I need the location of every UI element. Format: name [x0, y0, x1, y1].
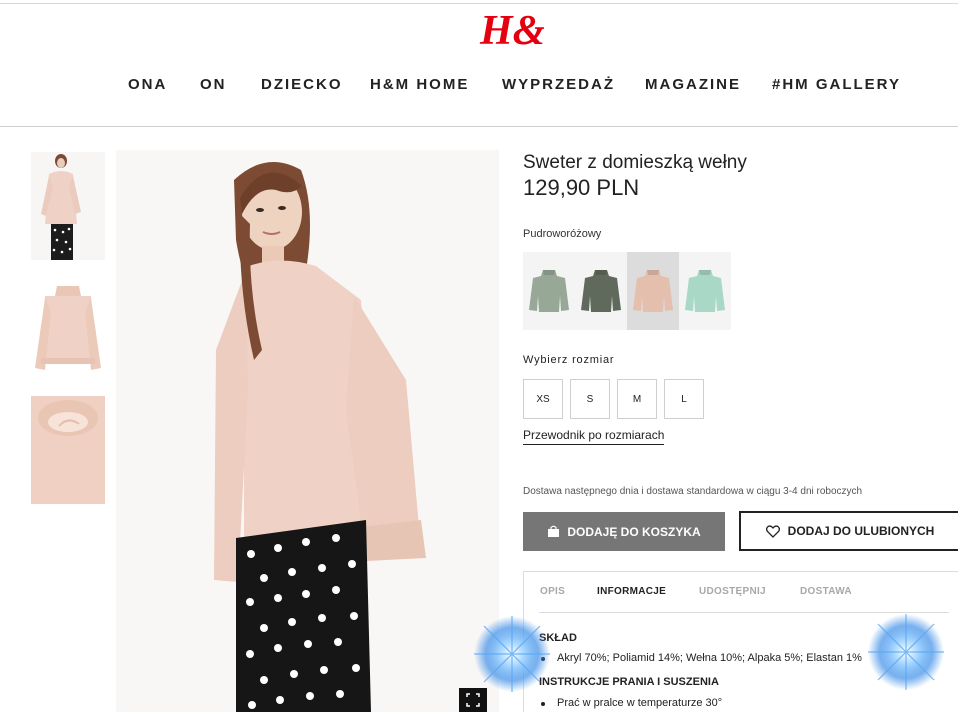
main-product-image[interactable]: [116, 150, 499, 712]
nav-item-dziecko[interactable]: DZIECKO: [261, 76, 343, 93]
swatch-sweater-image: [633, 270, 673, 312]
tabs-divider: [539, 612, 949, 613]
thumbnail-flat[interactable]: [31, 282, 105, 390]
nav-item-on[interactable]: ON: [200, 76, 227, 93]
swatch-sweater-image: [581, 270, 621, 312]
nav-item-magazine[interactable]: MAGAZINE: [645, 76, 741, 93]
header-divider: [0, 126, 958, 127]
add-to-favorites-button[interactable]: DODAJ DO ULUBIONYCH: [739, 511, 958, 551]
hm-logo[interactable]: H&M: [478, 4, 544, 50]
color-swatch[interactable]: [575, 252, 627, 330]
size-button-s[interactable]: S: [570, 379, 610, 419]
composition-title: SKŁAD: [539, 632, 577, 644]
nav-item-ona[interactable]: ONA: [128, 76, 167, 93]
heart-icon: [765, 524, 780, 538]
composition-item: Akryl 70%; Poliamid 14%; Wełna 10%; Alpa…: [557, 652, 862, 664]
size-button-l[interactable]: L: [664, 379, 704, 419]
shopping-bag-icon: [548, 525, 560, 537]
product-title: Sweter z domieszką wełny: [523, 152, 747, 173]
color-swatch[interactable]: [627, 252, 679, 330]
thumbnail-model[interactable]: [31, 152, 105, 260]
size-label: Wybierz rozmiar: [523, 354, 615, 366]
add-to-bag-label: DODAJĘ DO KOSZYKA: [567, 524, 701, 539]
tab-udostepnij[interactable]: UDOSTĘPNIJ: [699, 586, 766, 597]
swatch-sweater-image: [529, 270, 569, 312]
tab-dostawa[interactable]: DOSTAWA: [800, 586, 852, 597]
color-swatch[interactable]: [679, 252, 731, 330]
fullscreen-icon: [466, 693, 480, 707]
care-item: Prać w pralce w temperaturze 30°: [557, 697, 723, 709]
size-guide-link[interactable]: Przewodnik po rozmiarach: [523, 428, 665, 445]
delivery-info: Dostawa następnego dnia i dostawa standa…: [523, 486, 863, 497]
product-info-panel: OPIS INFORMACJE UDOSTĘPNIJ DOSTAWA SKŁAD…: [523, 571, 958, 712]
info-tabs: OPIS INFORMACJE UDOSTĘPNIJ DOSTAWA: [524, 572, 958, 612]
composition-bullet: [541, 657, 545, 661]
swatch-sweater-image: [685, 270, 725, 312]
nav-item-hm-home[interactable]: H&M HOME: [370, 76, 469, 93]
nav-item-wyprzedaz[interactable]: WYPRZEDAŻ: [502, 76, 615, 93]
logo-text: H&M: [479, 8, 544, 50]
add-to-bag-button[interactable]: DODAJĘ DO KOSZYKA: [523, 512, 725, 551]
tab-opis[interactable]: OPIS: [540, 586, 565, 597]
tab-informacje[interactable]: INFORMACJE: [597, 586, 666, 597]
size-button-m[interactable]: M: [617, 379, 657, 419]
care-title: INSTRUKCJE PRANIA I SUSZENIA: [539, 676, 719, 688]
thumbnail-detail[interactable]: [31, 396, 105, 504]
fullscreen-button[interactable]: [459, 688, 487, 712]
care-bullet: [541, 702, 545, 706]
main-nav: ONA ON DZIECKO H&M HOME WYPRZEDAŻ MAGAZI…: [0, 76, 958, 96]
product-price: 129,90 PLN: [523, 175, 640, 200]
size-button-xs[interactable]: XS: [523, 379, 563, 419]
selected-color-name: Pudroworóżowy: [523, 228, 602, 240]
add-to-favorites-label: DODAJ DO ULUBIONYCH: [787, 524, 935, 538]
nav-item-hm-gallery[interactable]: #HM GALLERY: [772, 76, 901, 93]
color-swatch[interactable]: [523, 252, 575, 330]
